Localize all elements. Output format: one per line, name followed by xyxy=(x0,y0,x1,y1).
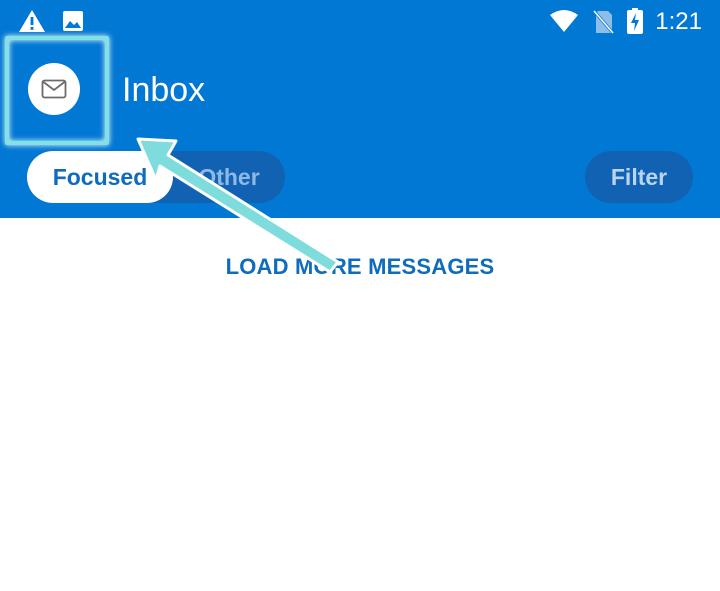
mail-icon xyxy=(41,79,67,99)
image-icon xyxy=(63,11,83,31)
status-bar: 1:21 xyxy=(0,0,720,44)
no-sim-icon xyxy=(592,10,614,34)
warning-icon xyxy=(19,10,45,32)
wifi-icon xyxy=(550,10,578,32)
page-title: Inbox xyxy=(122,71,206,109)
tab-other[interactable]: Other xyxy=(173,151,285,203)
load-more-messages-button[interactable]: LOAD MORE MESSAGES xyxy=(0,250,720,284)
battery-charging-icon xyxy=(627,8,643,34)
tab-focused[interactable]: Focused xyxy=(27,151,173,203)
filter-button[interactable]: Filter xyxy=(585,151,693,203)
outlook-inbox-screen: 1:21 Inbox Focused Other Filter LOAD MOR… xyxy=(0,0,720,591)
clock: 1:21 xyxy=(655,8,702,35)
account-avatar[interactable] xyxy=(28,63,80,115)
